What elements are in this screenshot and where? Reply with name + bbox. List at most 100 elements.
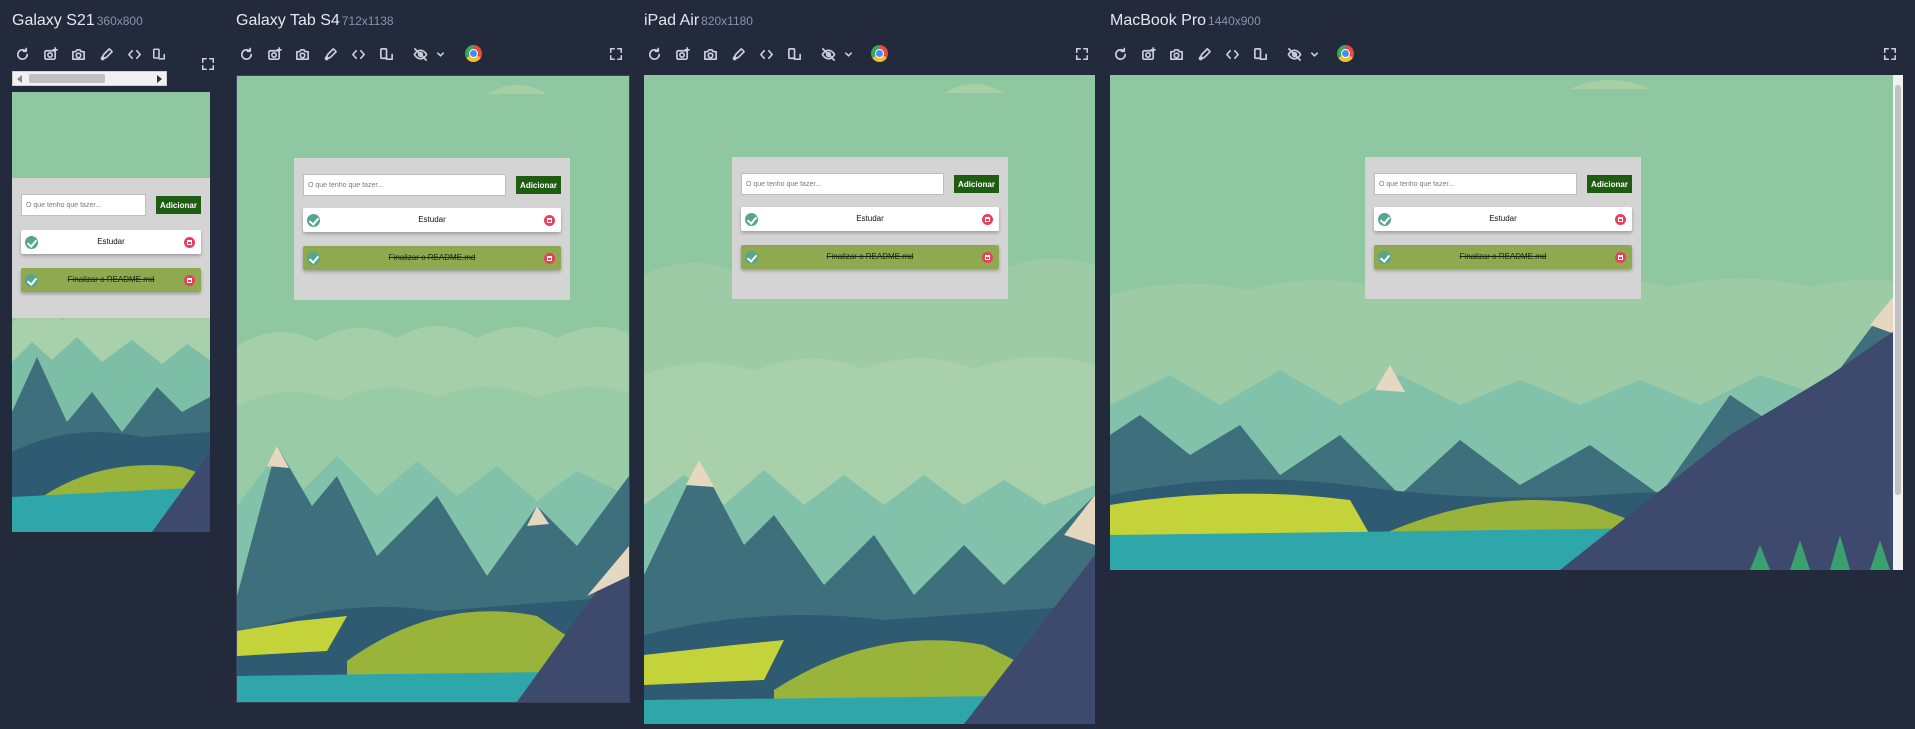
add-task-button[interactable]: Adicionar — [954, 175, 999, 193]
check-icon[interactable] — [25, 236, 38, 249]
device-header: Galaxy Tab S4 712x1138 — [236, 12, 394, 30]
design-mode-icon[interactable] — [96, 44, 116, 64]
todo-form: Adicionar — [303, 174, 561, 196]
mountain-landscape-background — [1110, 75, 1903, 570]
device-name: iPad Air — [644, 12, 700, 29]
task-text: Estudar — [97, 237, 125, 246]
expand-icon[interactable] — [198, 54, 218, 74]
scroll-thumb[interactable] — [29, 74, 105, 83]
check-icon[interactable] — [307, 252, 320, 265]
task-text: Estudar — [418, 215, 446, 224]
code-icon[interactable] — [124, 44, 144, 64]
eye-slash-icon[interactable] — [410, 44, 430, 64]
trash-icon[interactable] — [544, 253, 555, 264]
task-text: Finalizar o README.md — [388, 253, 476, 262]
todo-form: Adicionar — [741, 173, 999, 195]
check-icon[interactable] — [25, 274, 38, 287]
camera-icon[interactable] — [700, 44, 720, 64]
code-icon[interactable] — [1222, 44, 1242, 64]
viewport-galaxy-tab-s4: Adicionar Estudar Finalizar o README.md — [236, 75, 630, 703]
rotate-device-icon[interactable] — [376, 44, 396, 64]
code-icon[interactable] — [756, 44, 776, 64]
screenshot-capture-icon[interactable] — [1138, 44, 1158, 64]
todo-panel: Adicionar Estudar Finalizar o README.md — [12, 178, 210, 318]
trash-icon[interactable] — [982, 214, 993, 225]
camera-icon[interactable] — [68, 44, 88, 64]
screenshot-capture-icon[interactable] — [672, 44, 692, 64]
eye-slash-icon[interactable] — [1284, 44, 1304, 64]
screenshot-capture-icon[interactable] — [40, 44, 60, 64]
task-item-done: Finalizar o README.md — [303, 246, 561, 270]
task-item: Estudar — [741, 207, 999, 231]
chrome-icon[interactable] — [871, 45, 888, 62]
chevron-down-icon[interactable] — [838, 44, 858, 64]
task-item-done: Finalizar o README.md — [21, 268, 201, 292]
scroll-right-arrow[interactable] — [157, 75, 162, 83]
trash-icon[interactable] — [184, 237, 195, 248]
screenshot-capture-icon[interactable] — [264, 44, 284, 64]
chrome-icon[interactable] — [465, 45, 482, 62]
check-icon[interactable] — [745, 213, 758, 226]
task-input[interactable] — [21, 194, 146, 216]
task-text: Estudar — [1489, 214, 1517, 223]
rotate-device-icon[interactable] — [1250, 44, 1270, 64]
check-icon[interactable] — [745, 251, 758, 264]
check-icon[interactable] — [1378, 251, 1391, 264]
device-name: MacBook Pro — [1110, 12, 1207, 29]
expand-icon[interactable] — [1072, 44, 1092, 64]
horizontal-scrollbar[interactable] — [12, 71, 167, 86]
camera-icon[interactable] — [292, 44, 312, 64]
task-text: Finalizar o README.md — [1459, 252, 1547, 261]
task-item: Estudar — [1374, 207, 1632, 231]
todo-form: Adicionar — [1374, 173, 1632, 195]
chevron-down-icon[interactable] — [430, 44, 450, 64]
scroll-left-arrow[interactable] — [17, 75, 22, 83]
todo-form: Adicionar — [21, 194, 201, 216]
refresh-icon[interactable] — [12, 44, 32, 64]
task-input[interactable] — [741, 173, 944, 195]
scroll-thumb[interactable] — [1895, 85, 1901, 495]
camera-icon[interactable] — [1166, 44, 1186, 64]
task-input[interactable] — [303, 174, 506, 196]
design-mode-icon[interactable] — [320, 44, 340, 64]
rotate-device-icon[interactable] — [152, 44, 166, 64]
check-icon[interactable] — [307, 214, 320, 227]
rotate-device-icon[interactable] — [784, 44, 804, 64]
vertical-scrollbar[interactable] — [1893, 75, 1903, 570]
viewport-macbook-pro: Adicionar Estudar Finalizar o README.md — [1110, 75, 1903, 570]
device-name: Galaxy Tab S4 — [236, 12, 340, 29]
todo-panel: Adicionar Estudar Finalizar o README.md — [1365, 157, 1641, 299]
device-size: 712x1138 — [341, 14, 394, 28]
add-task-button[interactable]: Adicionar — [1587, 175, 1632, 193]
device-header: Galaxy S21 360x800 — [12, 12, 143, 30]
design-mode-icon[interactable] — [1194, 44, 1214, 64]
task-input[interactable] — [1374, 173, 1577, 195]
check-icon[interactable] — [1378, 213, 1391, 226]
trash-icon[interactable] — [982, 252, 993, 263]
code-icon[interactable] — [348, 44, 368, 64]
device-header: MacBook Pro 1440x900 — [1110, 12, 1261, 30]
design-mode-icon[interactable] — [728, 44, 748, 64]
trash-icon[interactable] — [1615, 214, 1626, 225]
task-text: Estudar — [856, 214, 884, 223]
add-task-button[interactable]: Adicionar — [516, 176, 561, 194]
device-size: 820x1180 — [701, 14, 753, 28]
trash-icon[interactable] — [184, 275, 195, 286]
expand-icon[interactable] — [606, 44, 626, 64]
expand-icon[interactable] — [1880, 44, 1900, 64]
device-header: iPad Air 820x1180 — [644, 12, 753, 30]
eye-slash-icon[interactable] — [818, 44, 838, 64]
todo-panel: Adicionar Estudar Finalizar o README.md — [294, 158, 570, 300]
refresh-icon[interactable] — [1110, 44, 1130, 64]
refresh-icon[interactable] — [644, 44, 664, 64]
viewport-ipad-air: Adicionar Estudar Finalizar o README.md — [644, 75, 1095, 724]
chrome-icon[interactable] — [1337, 45, 1354, 62]
task-item-done: Finalizar o README.md — [741, 245, 999, 269]
task-text: Finalizar o README.md — [67, 275, 155, 284]
refresh-icon[interactable] — [236, 44, 256, 64]
trash-icon[interactable] — [1615, 252, 1626, 263]
add-task-button[interactable]: Adicionar — [156, 196, 201, 214]
trash-icon[interactable] — [544, 215, 555, 226]
todo-panel: Adicionar Estudar Finalizar o README.md — [732, 157, 1008, 299]
chevron-down-icon[interactable] — [1304, 44, 1324, 64]
